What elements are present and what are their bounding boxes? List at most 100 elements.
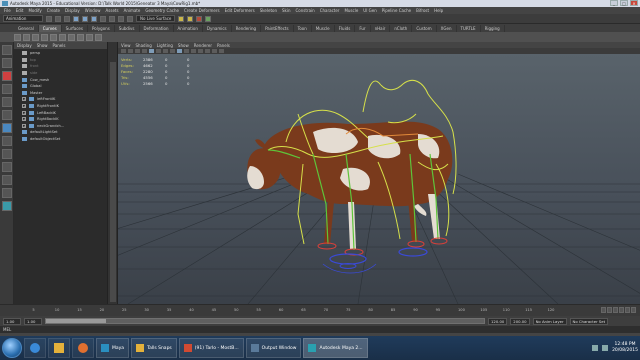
menu-animate[interactable]: Animate <box>124 8 141 13</box>
menu-display[interactable]: Display <box>65 8 80 13</box>
arc-curve-icon[interactable] <box>41 33 48 41</box>
four-view-icon[interactable] <box>1 149 12 159</box>
tab-surfaces[interactable]: Surfaces <box>62 25 88 32</box>
textured-icon[interactable] <box>184 49 189 53</box>
taskbar-pin-media[interactable] <box>72 338 94 358</box>
single-view-icon[interactable] <box>1 136 12 146</box>
outliner-item[interactable]: + leftFrontIK <box>14 96 108 103</box>
outliner-menu-display[interactable]: Display <box>17 43 32 48</box>
open-scene-icon[interactable] <box>55 15 61 22</box>
viewport-menu-show[interactable]: Show <box>178 43 189 48</box>
camera-select-icon[interactable] <box>121 49 126 53</box>
expand-icon[interactable]: + <box>22 97 26 102</box>
snap-point-icon[interactable] <box>118 15 124 22</box>
tab-fluids[interactable]: Fluids <box>335 25 356 32</box>
taskbar-item[interactable]: Autodesk Maya 2... <box>303 338 368 358</box>
tab-turtle[interactable]: TURTLE <box>457 25 481 32</box>
taskbar-item[interactable]: (91) Tarlo - MostB... <box>178 338 244 358</box>
render-frame-icon[interactable] <box>178 15 185 22</box>
range-bar[interactable] <box>45 318 485 324</box>
menu-ui-gen[interactable]: UI Gen <box>363 8 376 13</box>
last-tool-icon[interactable] <box>1 123 12 133</box>
taskbar-item[interactable]: Maya <box>96 338 130 358</box>
menu-file[interactable]: File <box>4 8 11 13</box>
select-tool-icon[interactable] <box>1 45 12 55</box>
hypershade-layout-icon[interactable] <box>1 188 12 198</box>
step-forward-button[interactable] <box>625 307 630 313</box>
menu-edit[interactable]: Edit <box>16 8 24 13</box>
viewport-menu-panels[interactable]: Panels <box>217 43 230 48</box>
outliner-item[interactable]: + neckGrandch... <box>14 123 108 130</box>
snap-surface-icon[interactable] <box>127 15 133 22</box>
menu-pipeline-cache[interactable]: Pipeline Cache <box>382 8 411 13</box>
outliner-item[interactable]: side <box>14 70 108 77</box>
new-scene-icon[interactable] <box>46 15 52 22</box>
custom-layout-icon[interactable] <box>1 201 12 211</box>
tab-general[interactable]: General <box>14 25 39 32</box>
taskbar-pin-explorer[interactable] <box>48 338 70 358</box>
outliner-item[interactable]: top <box>14 57 108 64</box>
expand-icon[interactable]: + <box>22 117 26 122</box>
playback-start-field[interactable]: 1.00 <box>24 317 42 325</box>
select-component-icon[interactable] <box>91 15 97 22</box>
end-time-field[interactable]: 200.00 <box>510 317 530 325</box>
outliner-item[interactable]: Cow_mesh <box>14 76 108 83</box>
menu-create[interactable]: Create <box>47 8 60 13</box>
menu-edit-deformers[interactable]: Edit Deformers <box>225 8 255 13</box>
tab-animation[interactable]: Animation <box>174 25 203 32</box>
tab-toon[interactable]: Toon <box>294 25 312 32</box>
save-scene-icon[interactable] <box>64 15 70 22</box>
tab-xgen[interactable]: XGen <box>437 25 457 32</box>
command-line[interactable]: MEL <box>0 326 640 333</box>
ipr-render-icon[interactable] <box>187 15 194 22</box>
film-gate-icon[interactable] <box>156 49 161 53</box>
paint-select-icon[interactable] <box>1 71 12 81</box>
outliner-item[interactable]: + RightFrontIK <box>14 103 108 110</box>
menu-bifrost[interactable]: Bifrost <box>416 8 429 13</box>
viewport-menu-renderer[interactable]: Renderer <box>194 43 212 48</box>
persp-outliner-icon[interactable] <box>1 162 12 172</box>
lasso-tool-icon[interactable] <box>1 58 12 68</box>
square-curve-icon[interactable] <box>59 33 66 41</box>
lights-icon[interactable] <box>191 49 196 53</box>
viewport-menu-lighting[interactable]: Lighting <box>157 43 173 48</box>
viewport-menu-view[interactable]: View <box>121 43 131 48</box>
ep-curve-icon[interactable] <box>23 33 30 41</box>
network-icon[interactable] <box>592 345 599 351</box>
snap-curve-icon[interactable] <box>109 15 115 22</box>
close-button[interactable]: × <box>630 0 638 6</box>
select-hierarchy-icon[interactable] <box>73 15 79 22</box>
tab-rendering[interactable]: Rendering <box>232 25 262 32</box>
tab-curves[interactable]: Curves <box>38 25 62 32</box>
time-slider[interactable]: 5 10 15 20 25 30 35 40 45 50 55 60 65 70 75 80 85 90 95 100… <box>0 304 640 316</box>
tray-clock[interactable]: 12:48 PM 20/08/2015 <box>612 342 638 354</box>
move-tool-icon[interactable] <box>1 84 12 94</box>
live-surface-field[interactable]: No Live Surface <box>136 15 176 22</box>
tab-fur[interactable]: Fur <box>355 25 371 32</box>
tab-muscle[interactable]: Muscle <box>312 25 335 32</box>
taskbar-item[interactable]: Output Window <box>245 338 302 358</box>
start-button[interactable] <box>2 338 22 358</box>
outliner-scrollbar[interactable] <box>108 42 118 304</box>
tab-rigging[interactable]: Rigging <box>481 25 505 32</box>
outliner-item[interactable]: persp <box>14 50 108 57</box>
anim-layer-select[interactable]: No Anim Layer <box>532 317 567 325</box>
tab-custom[interactable]: Custom <box>412 25 437 32</box>
viewport-menu-shading[interactable]: Shading <box>136 43 152 48</box>
outliner-item[interactable]: defaultLightSet <box>14 129 108 136</box>
outliner-item[interactable]: + LeftBackIK <box>14 109 108 116</box>
wireframe-icon[interactable] <box>170 49 175 53</box>
tab-dynamics[interactable]: Dynamics <box>203 25 232 32</box>
outliner-scroll-thumb[interactable] <box>110 62 116 302</box>
go-to-end-button[interactable] <box>631 307 636 313</box>
tab-painteffects[interactable]: PaintEffects <box>261 25 294 32</box>
detach-curve-icon[interactable] <box>95 33 102 41</box>
attach-curve-icon[interactable] <box>86 33 93 41</box>
circle-curve-icon[interactable] <box>50 33 57 41</box>
expand-icon[interactable]: + <box>22 104 26 109</box>
outliner-item[interactable]: Master <box>14 90 108 97</box>
range-handle[interactable] <box>46 319 106 323</box>
resolution-gate-icon[interactable] <box>163 49 168 53</box>
isolate-select-icon[interactable] <box>219 49 224 53</box>
menu-assets[interactable]: Assets <box>106 8 119 13</box>
